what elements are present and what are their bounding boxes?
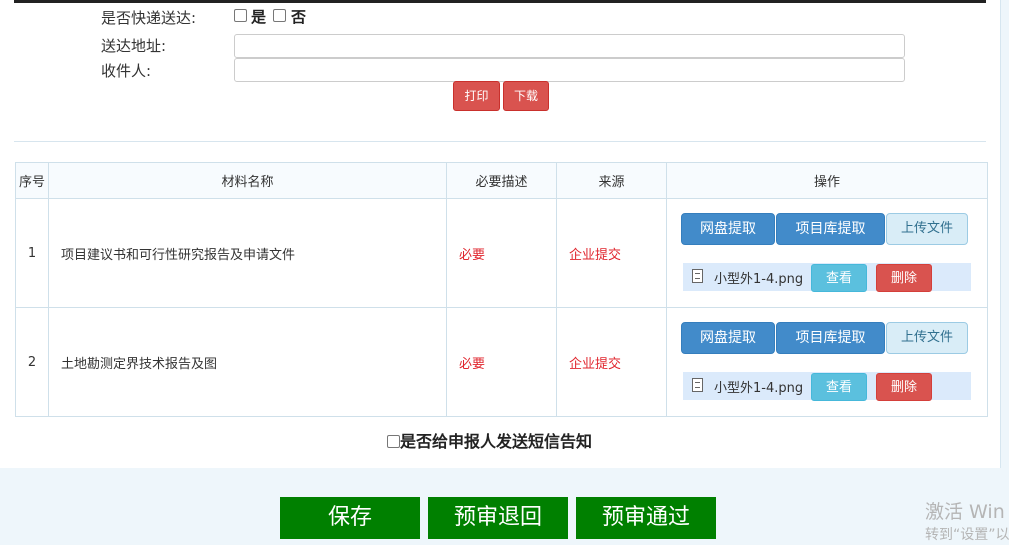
header-material-name: 材料名称	[48, 162, 447, 199]
attached-file-row: 小型外1-4.png 查看 删除	[683, 372, 971, 401]
row-source: 企业提交	[556, 307, 667, 417]
row-required: 必要	[446, 307, 557, 417]
file-icon	[692, 269, 703, 283]
file-name: 小型外1-4.png	[714, 381, 804, 396]
table-header-row: 序号 材料名称 必要描述 来源 操作	[15, 162, 988, 199]
upload-file-button[interactable]: 上传文件	[886, 213, 968, 245]
row-source: 企业提交	[556, 198, 667, 308]
library-extract-button[interactable]: 项目库提取	[776, 322, 885, 354]
view-file-button[interactable]: 查看	[811, 264, 867, 292]
netdisk-extract-button[interactable]: 网盘提取	[681, 213, 775, 245]
row-required: 必要	[446, 198, 557, 308]
download-button[interactable]: 下载	[503, 81, 549, 111]
table-row: 2 土地勘测定界技术报告及图 必要 企业提交 网盘提取 项目库提取 上传文件 小…	[15, 307, 988, 417]
row-actions: 网盘提取 项目库提取 上传文件 小型外1-4.png 查看 删除	[666, 198, 988, 308]
address-input[interactable]	[234, 34, 905, 58]
divider	[14, 141, 986, 142]
address-label: 送达地址:	[101, 37, 167, 55]
express-no-label: 否	[291, 8, 307, 26]
header-required-desc: 必要描述	[446, 162, 557, 199]
sms-notify-checkbox[interactable]	[387, 434, 400, 448]
row-index: 1	[15, 198, 49, 308]
library-extract-button[interactable]: 项目库提取	[776, 213, 885, 245]
delete-file-button[interactable]: 删除	[876, 264, 932, 292]
file-name: 小型外1-4.png	[714, 272, 804, 287]
sms-notify-label: 是否给申报人发送短信告知	[400, 432, 593, 451]
materials-table: 序号 材料名称 必要描述 来源 操作 1 项目建议书和可行性研究报告及申请文件 …	[15, 162, 988, 417]
header-actions: 操作	[666, 162, 988, 199]
file-icon	[692, 378, 703, 392]
row-index: 2	[15, 307, 49, 417]
table-row: 1 项目建议书和可行性研究报告及申请文件 必要 企业提交 网盘提取 项目库提取 …	[15, 198, 988, 308]
row-material-name: 项目建议书和可行性研究报告及申请文件	[48, 198, 447, 308]
precheck-return-button[interactable]: 预审退回	[428, 497, 568, 539]
recipient-input[interactable]	[234, 58, 905, 82]
header-source: 来源	[556, 162, 667, 199]
save-button[interactable]: 保存	[280, 497, 420, 539]
attached-file-row: 小型外1-4.png 查看 删除	[683, 263, 971, 292]
row-material-name: 土地勘测定界技术报告及图	[48, 307, 447, 417]
netdisk-extract-button[interactable]: 网盘提取	[681, 322, 775, 354]
express-yes-checkbox[interactable]	[234, 9, 247, 22]
sms-notify-option: 是否给申报人发送短信告知	[387, 428, 592, 452]
recipient-label: 收件人:	[101, 62, 152, 80]
delete-file-button[interactable]: 删除	[876, 373, 932, 401]
upload-file-button[interactable]: 上传文件	[886, 322, 968, 354]
express-yes-label: 是	[251, 8, 267, 26]
express-no-checkbox[interactable]	[273, 9, 286, 22]
precheck-pass-button[interactable]: 预审通过	[576, 497, 716, 539]
panel-top-border	[14, 0, 986, 3]
row-actions: 网盘提取 项目库提取 上传文件 小型外1-4.png 查看 删除	[666, 307, 988, 417]
view-file-button[interactable]: 查看	[811, 373, 867, 401]
express-delivery-label: 是否快递送达:	[101, 9, 197, 27]
activation-watermark-subtitle: 转到“设置”以	[925, 527, 1009, 543]
print-button[interactable]: 打印	[453, 81, 500, 111]
header-index: 序号	[15, 162, 49, 199]
form-panel: 是否快递送达: 是 否 送达地址: 收件人: 打印 下载 序号 材料名称 必要描…	[0, 0, 1001, 468]
activation-watermark-title: 激活 Win	[925, 501, 1005, 523]
